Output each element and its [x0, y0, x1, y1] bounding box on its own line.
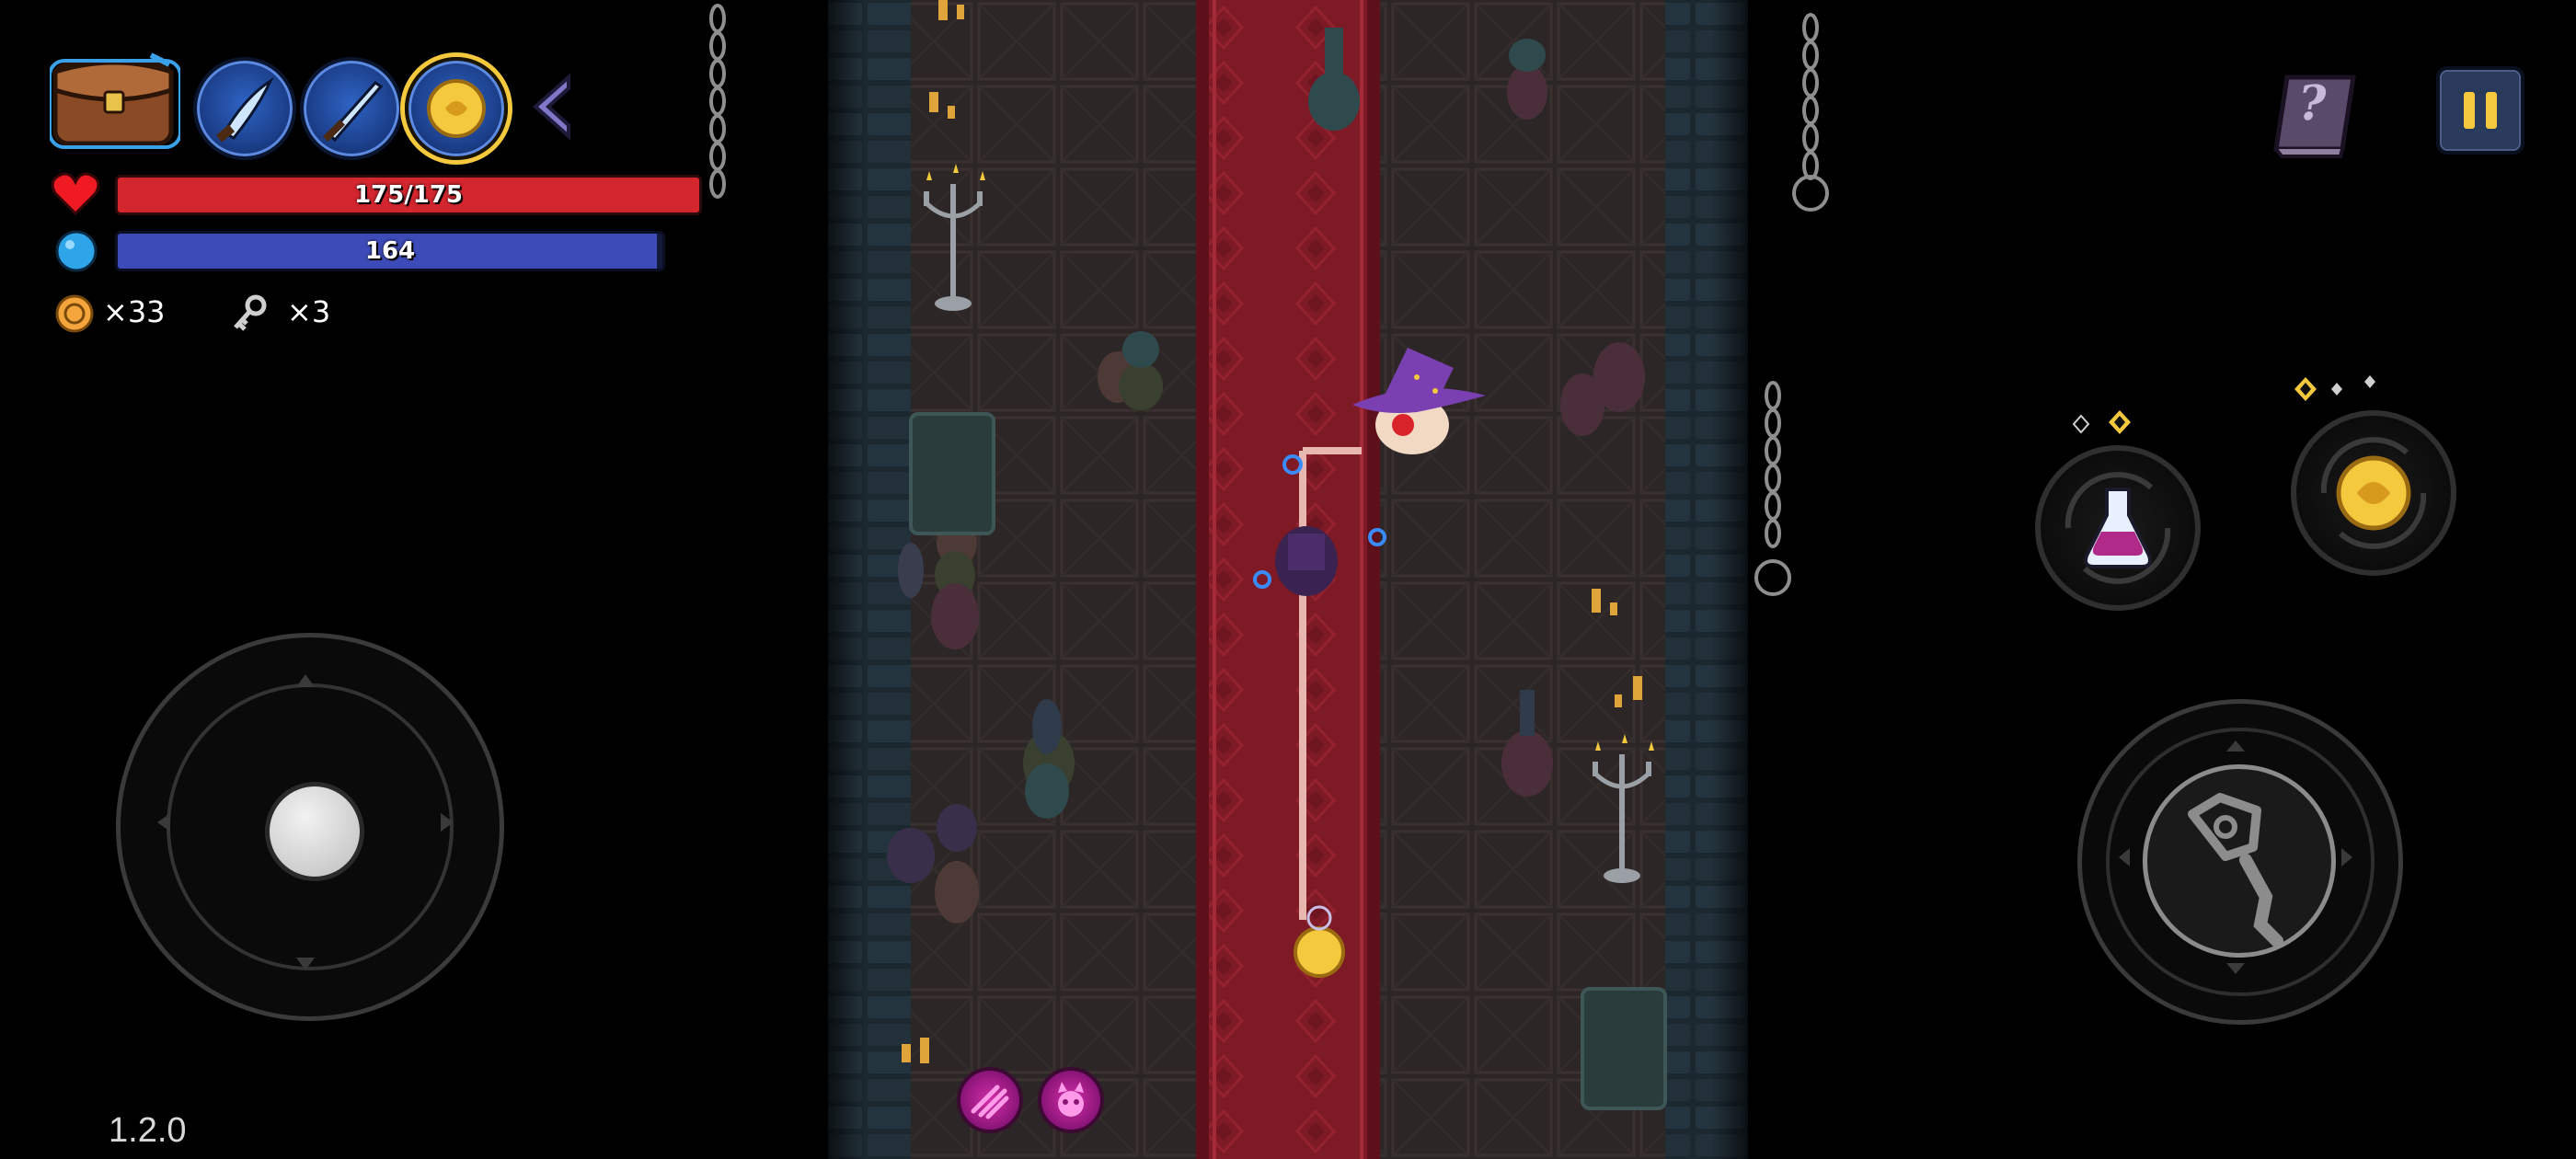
version-label: 1.2.0	[109, 1111, 187, 1150]
joystick-direction-arrows	[157, 674, 454, 970]
hanging-chain	[1754, 381, 1791, 596]
pause-button[interactable]	[2436, 66, 2524, 155]
mana-bar: 164	[115, 231, 665, 271]
potion-charge-indicators	[2072, 410, 2131, 434]
attack-button[interactable]	[2077, 699, 2403, 1025]
staff-attack-icon	[2119, 740, 2352, 974]
weapon-swap-button[interactable]	[2291, 410, 2456, 576]
buff-speed	[957, 1067, 1023, 1133]
weapon-slot-1[interactable]	[193, 57, 296, 160]
weapon-charge-indicators	[2294, 375, 2375, 401]
dungeon-corridor	[810, 0, 1766, 1159]
coin-count: ×33	[103, 294, 166, 329]
health-bar: 175/175	[115, 175, 702, 215]
potion-skill-button[interactable]	[2035, 445, 2201, 611]
buff-demon	[1038, 1067, 1104, 1133]
key-icon	[234, 294, 267, 331]
golden-orb-staff-icon	[427, 79, 486, 138]
speed-buff-icon	[971, 1084, 1009, 1119]
heart-icon	[51, 172, 100, 216]
help-book-button[interactable]: ?	[2269, 68, 2361, 158]
potion-swap-icon	[2064, 472, 2171, 584]
hanging-chain	[1792, 13, 1829, 212]
movement-joystick[interactable]	[116, 633, 504, 1021]
weapon-slot-2[interactable]	[300, 57, 403, 160]
coin-icon	[55, 294, 94, 333]
mana-orb-icon	[55, 230, 98, 272]
chevron-left-icon[interactable]	[528, 72, 576, 142]
inventory-bag-button[interactable]	[48, 44, 182, 151]
orb-swap-icon	[2320, 437, 2427, 549]
demon-buff-icon	[1058, 1082, 1084, 1117]
hanging-chain	[709, 4, 726, 199]
blue-sword-icon	[322, 81, 384, 143]
mana-text: 164	[364, 237, 416, 265]
weapon-slot-3[interactable]	[405, 57, 508, 160]
curved-dagger-icon	[215, 76, 274, 143]
pause-icon	[2464, 92, 2497, 129]
key-count: ×3	[287, 294, 331, 329]
health-text: 175/175	[353, 181, 464, 209]
leather-satchel-icon	[48, 52, 182, 149]
